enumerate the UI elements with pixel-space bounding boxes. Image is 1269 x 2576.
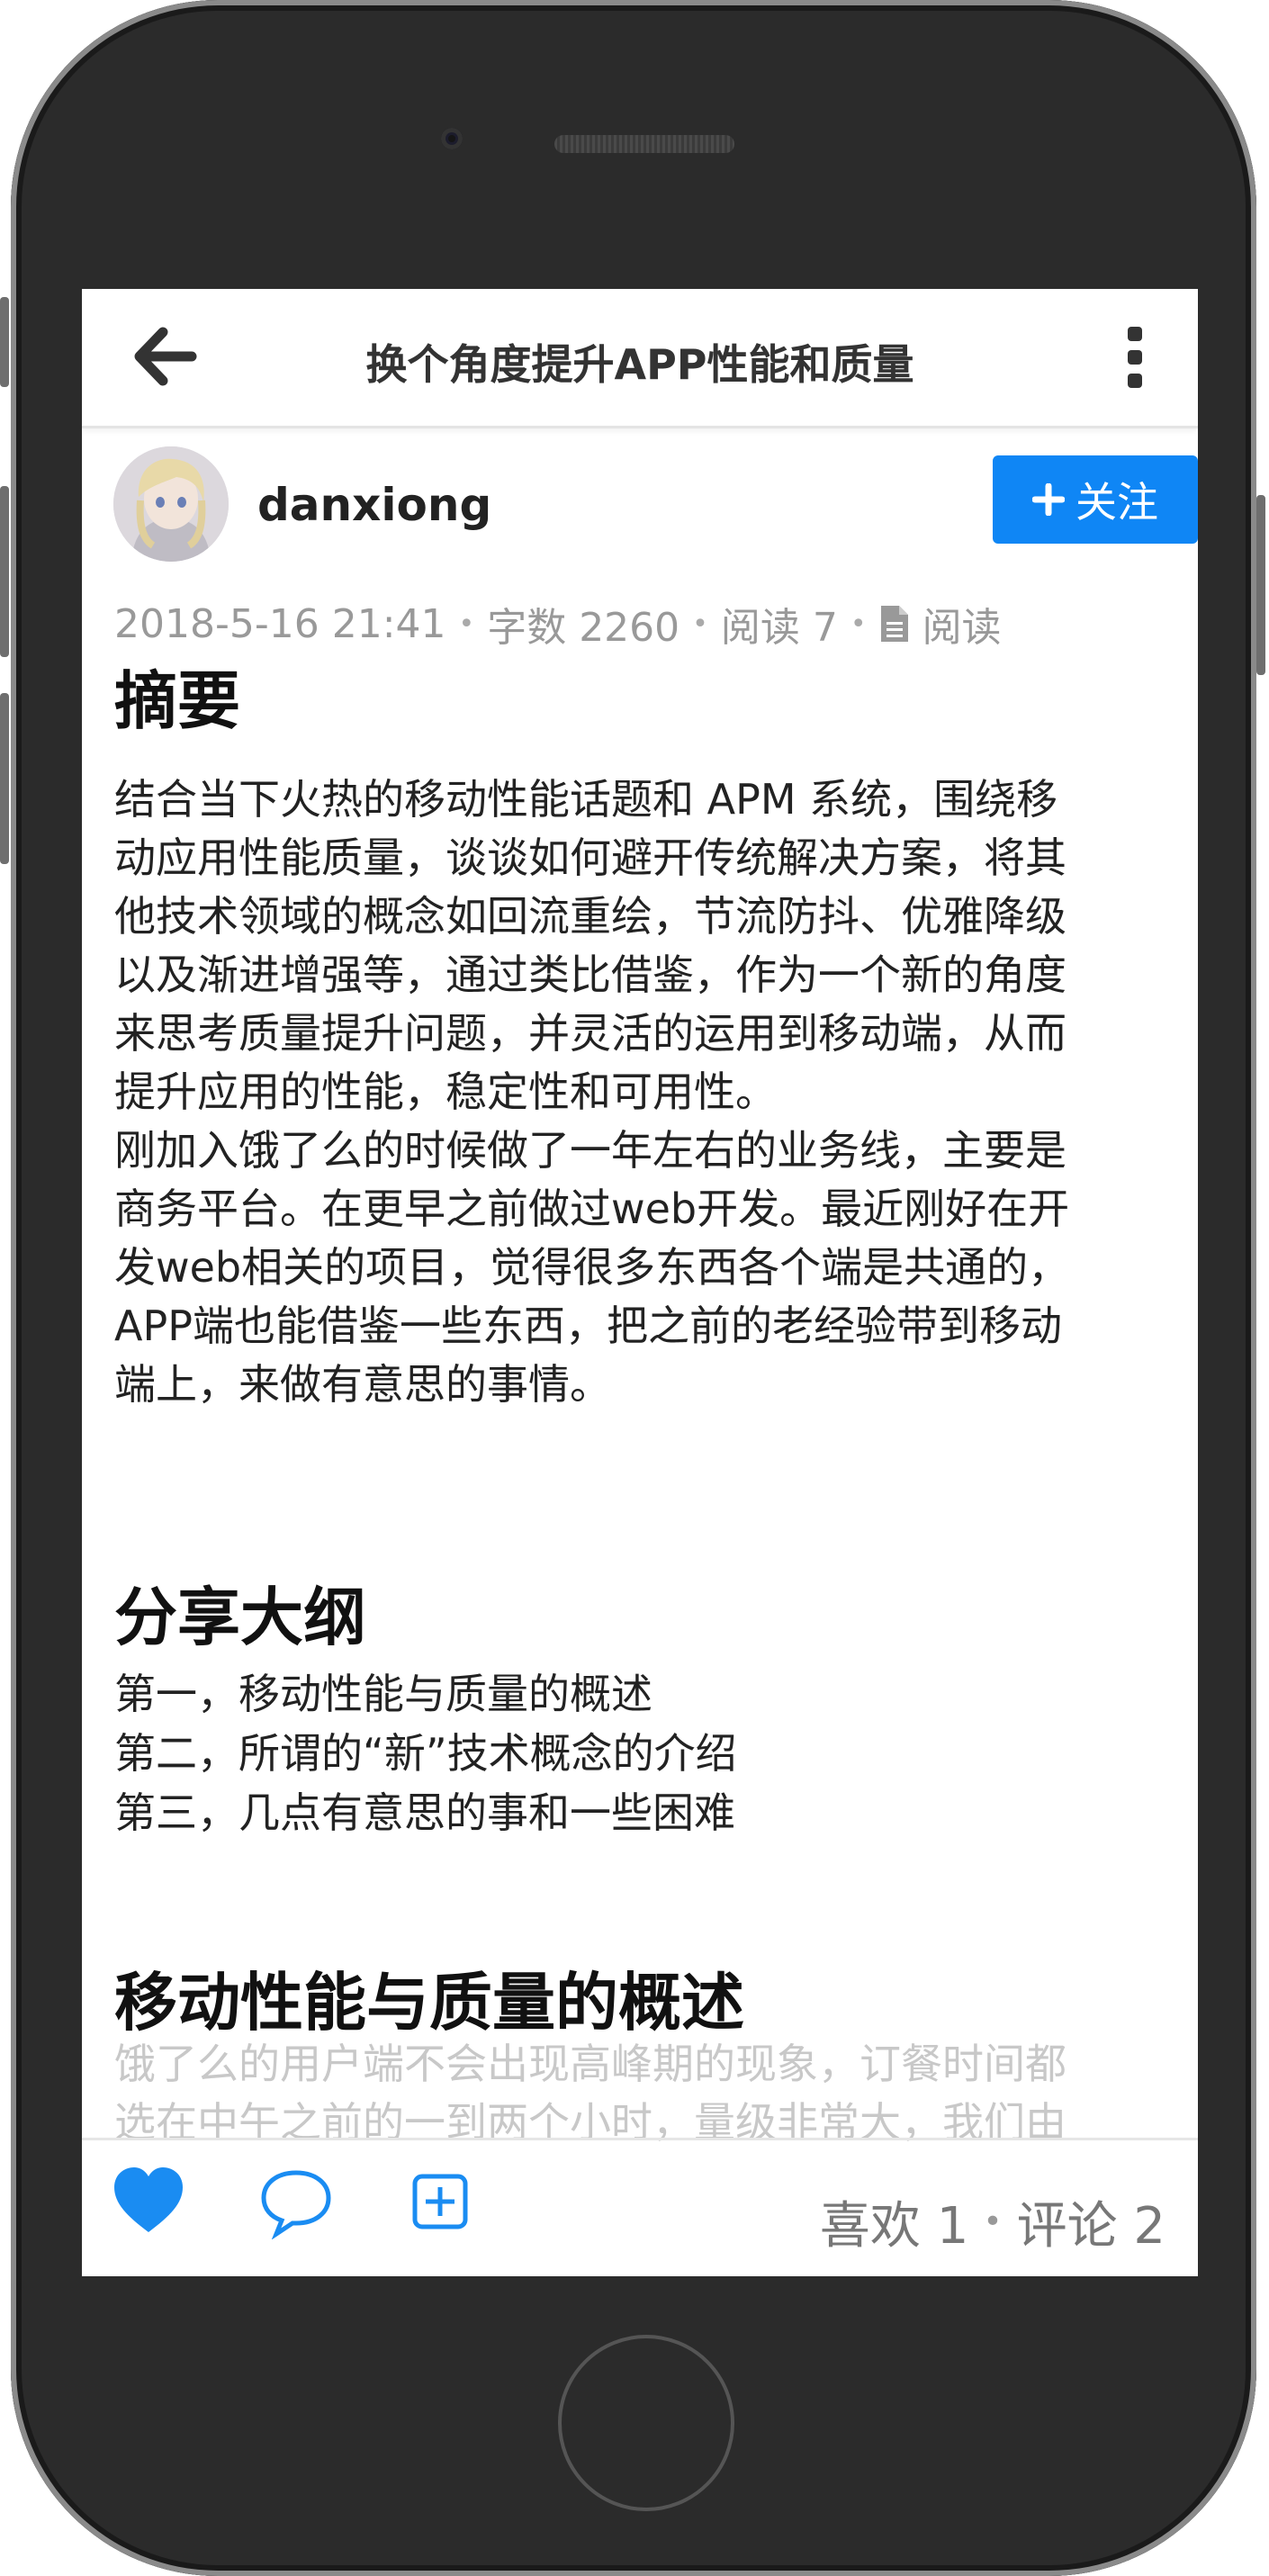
- text-line: 饿了么的用户端不会出现高峰期的现象，订餐时间都: [114, 2040, 1066, 2088]
- intro-paragraph: 刚加入饿了么的时候做了一年左右的业务线，主要是 商务平台。在更早之前做过web开…: [114, 1121, 1167, 1414]
- volume-down-button: [0, 693, 9, 864]
- text-line: 刚加入饿了么的时候做了一年左右的业务线，主要是: [114, 1126, 1066, 1175]
- text-line: APP端也能借鉴一些东西，把之前的老经验带到移动: [114, 1302, 1062, 1350]
- heading-summary: 摘要: [114, 664, 240, 738]
- read-count: 阅读 7: [720, 605, 838, 651]
- list-item: 第二，所谓的“新”技术概念的介绍: [114, 1729, 737, 1778]
- comment-icon[interactable]: [258, 2164, 334, 2239]
- comment-count[interactable]: 评论 2: [1017, 2185, 1166, 2258]
- plus-icon: [1032, 483, 1065, 516]
- text-line: 动应用性能质量，谈谈如何避开传统解决方案，将其: [114, 833, 1066, 882]
- text-line: 提升应用的性能，稳定性和可用性。: [114, 1067, 777, 1116]
- app-screen: 换个角度提升APP性能和质量 danxiong 关注 2018-5-16 21:…: [82, 289, 1198, 2276]
- home-button[interactable]: [558, 2335, 734, 2511]
- read-mode-label[interactable]: 阅读: [922, 595, 1002, 653]
- more-vertical-icon[interactable]: [1117, 321, 1153, 393]
- word-count: 字数 2260: [487, 605, 680, 651]
- text-line: 结合当下火热的移动性能话题和 APM 系统，围绕移: [114, 775, 1058, 824]
- separator-dot: •: [850, 608, 867, 640]
- text-line: 他技术领域的概念如回流重绘，节流防抖、优雅降级: [114, 892, 1066, 941]
- follow-label: 关注: [1076, 478, 1158, 527]
- separator-dot: •: [458, 608, 475, 640]
- bottom-action-bar: 喜欢 1 • 评论 2: [82, 2138, 1198, 2276]
- text-line: 商务平台。在更早之前做过web开发。最近刚好在开: [114, 1184, 1070, 1233]
- add-box-icon[interactable]: [402, 2164, 478, 2239]
- back-arrow-icon[interactable]: [134, 325, 197, 388]
- list-item: 第三，几点有意思的事和一些困难: [114, 1788, 735, 1837]
- engagement-stats: 喜欢 1 • 评论 2: [820, 2185, 1166, 2258]
- summary-paragraph: 结合当下火热的移动性能话题和 APM 系统，围绕移 动应用性能质量，谈谈如何避开…: [114, 770, 1167, 1121]
- text-line: 发web相关的项目，觉得很多东西各个端是共通的，: [114, 1243, 1070, 1292]
- text-line: 来思考质量提升问题，并灵活的运用到移动端，从而: [114, 1009, 1066, 1058]
- earpiece-speaker: [554, 135, 734, 153]
- top-nav-bar: 换个角度提升APP性能和质量: [82, 289, 1198, 428]
- page-title: 换个角度提升APP性能和质量: [365, 340, 914, 389]
- document-icon: [880, 606, 908, 642]
- separator-dot: •: [692, 608, 708, 640]
- mute-switch: [0, 297, 9, 387]
- front-camera: [441, 128, 463, 149]
- like-count[interactable]: 喜欢 1: [820, 2185, 968, 2258]
- volume-up-button: [0, 486, 9, 657]
- heading-section: 移动性能与质量的概述: [114, 1966, 744, 2040]
- separator-dot: •: [983, 2203, 1003, 2240]
- author-name[interactable]: danxiong: [257, 479, 491, 531]
- phone-frame: 换个角度提升APP性能和质量 danxiong 关注 2018-5-16 21:…: [0, 0, 1265, 2576]
- publish-date: 2018-5-16 21:41: [114, 600, 446, 647]
- text-line: 端上，来做有意思的事情。: [114, 1360, 611, 1409]
- text-line: 以及渐进增强等，通过类比借鉴，作为一个新的角度: [114, 950, 1066, 999]
- section-paragraph: 饿了么的用户端不会出现高峰期的现象，订餐时间都 选在中午之前的一到两个小时，量级…: [114, 2035, 1167, 2152]
- power-button: [1256, 495, 1265, 675]
- follow-button[interactable]: 关注: [993, 455, 1198, 544]
- avatar[interactable]: [113, 446, 229, 562]
- heading-outline: 分享大纲: [114, 1581, 366, 1654]
- author-row: danxiong 关注: [113, 446, 1198, 563]
- article-meta: 2018-5-16 21:41 • 字数 2260 • 阅读 7 • 阅读: [114, 595, 1002, 653]
- list-item: 第一，移动性能与质量的概述: [114, 1670, 652, 1718]
- outline-list: 第一，移动性能与质量的概述 第二，所谓的“新”技术概念的介绍 第三，几点有意思的…: [114, 1664, 737, 1842]
- heart-icon[interactable]: [111, 2164, 186, 2239]
